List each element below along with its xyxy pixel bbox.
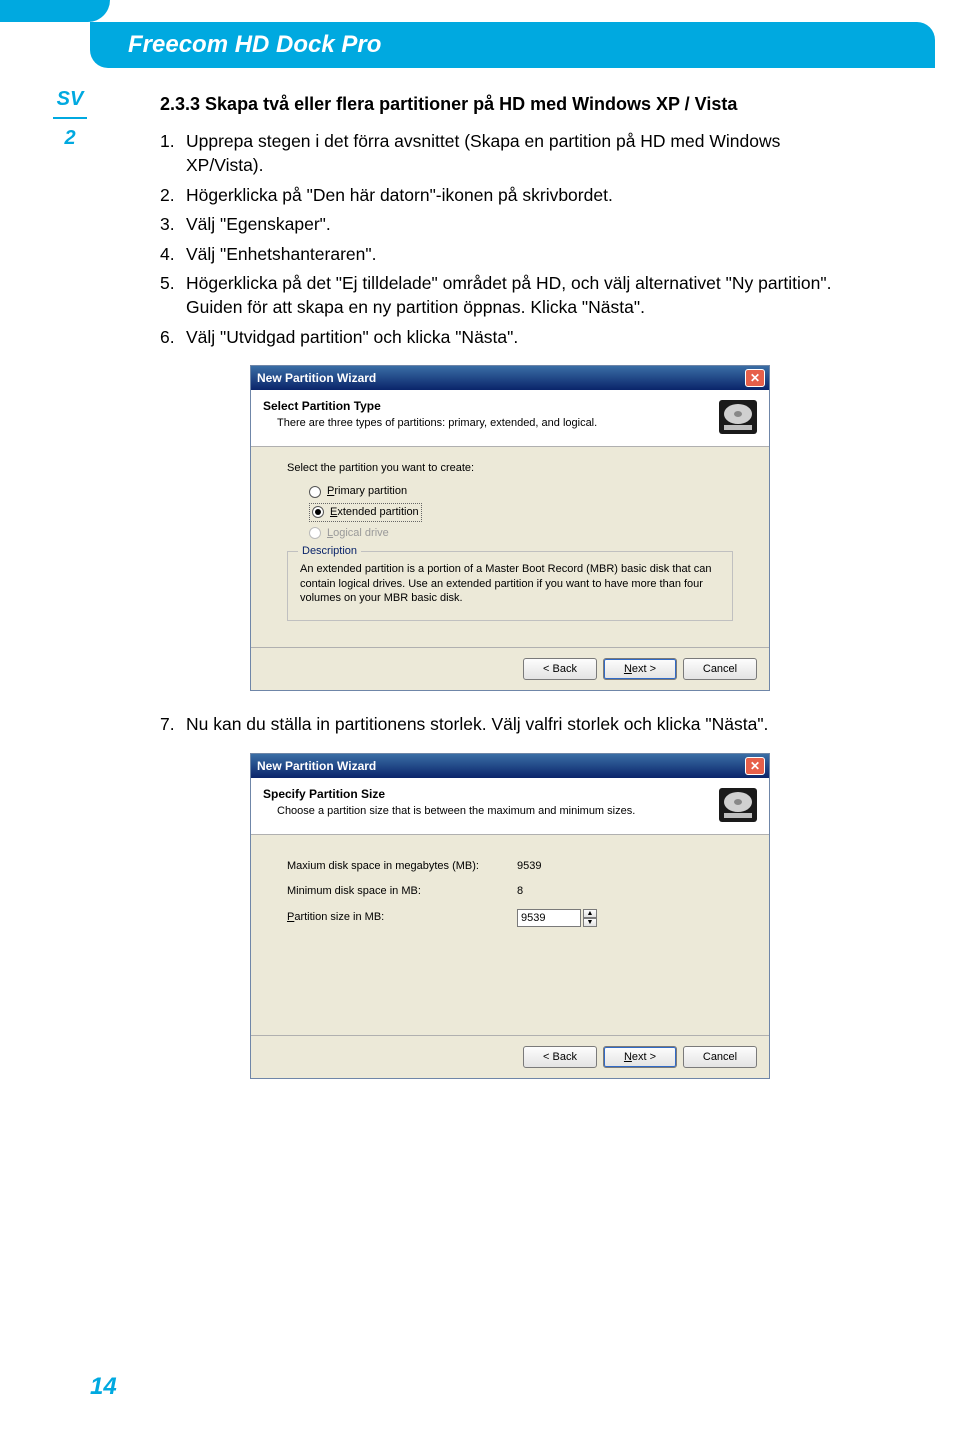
step-text: Välj "Utvidgad partition" och klicka "Nä… [186, 326, 518, 350]
close-icon: ✕ [750, 760, 760, 772]
corner-tab [0, 0, 110, 22]
wizard-title: New Partition Wizard [257, 370, 376, 386]
cancel-button[interactable]: Cancel [683, 1046, 757, 1068]
side-tab: SV 2 [45, 88, 95, 150]
next-button[interactable]: Next > [603, 658, 677, 680]
language-code: SV [45, 88, 95, 111]
header-title: Freecom HD Dock Pro [90, 22, 935, 68]
value-min-space: 8 [517, 884, 523, 899]
step-number: 7. [160, 713, 186, 737]
step-text: Upprepa stegen i det förra avsnittet (Sk… [186, 130, 860, 177]
step-number: 4. [160, 243, 186, 267]
radio-extended-partition[interactable]: Extended partition [309, 503, 422, 522]
wizard-description: Choose a partition size that is between … [263, 804, 635, 819]
step-number: 2. [160, 184, 186, 208]
disk-icon [717, 398, 759, 436]
value-max-space: 9539 [517, 859, 541, 874]
step-number: 5. [160, 272, 186, 319]
radio-logical-drive: Logical drive [309, 526, 733, 541]
label-partition-size: Partition size in MB: [287, 910, 517, 925]
wizard-select-partition-type: New Partition Wizard ✕ Select Partition … [250, 365, 770, 691]
wizard-titlebar[interactable]: New Partition Wizard ✕ [251, 366, 769, 390]
section-heading: 2.3.3 Skapa två eller flera partitioner … [160, 92, 860, 116]
close-icon: ✕ [750, 372, 760, 384]
label-max-space: Maxium disk space in megabytes (MB): [287, 859, 517, 874]
next-button[interactable]: Next > [603, 1046, 677, 1068]
radio-label: Logical drive [327, 526, 389, 541]
radio-label: Extended partition [330, 505, 419, 520]
partition-size-input[interactable] [517, 909, 581, 927]
radio-icon [312, 506, 324, 518]
chapter-number: 2 [45, 127, 95, 150]
close-button[interactable]: ✕ [745, 757, 765, 775]
back-button[interactable]: < Back [523, 1046, 597, 1068]
wizard-subtitle: Specify Partition Size [263, 786, 635, 802]
step-number: 6. [160, 326, 186, 350]
wizard-prompt: Select the partition you want to create: [287, 461, 733, 476]
close-button[interactable]: ✕ [745, 369, 765, 387]
wizard-description: There are three types of partitions: pri… [263, 416, 597, 431]
description-groupbox: Description An extended partition is a p… [287, 551, 733, 622]
radio-icon [309, 486, 321, 498]
disk-icon [717, 786, 759, 824]
groupbox-text: An extended partition is a portion of a … [300, 562, 720, 607]
page-number: 14 [90, 1373, 117, 1401]
spinner-up-button[interactable]: ▲ [583, 909, 597, 918]
step-text: Högerklicka på det "Ej tilldelade" områd… [186, 272, 860, 319]
step-number: 3. [160, 213, 186, 237]
step-text: Välj "Egenskaper". [186, 213, 331, 237]
spinner-down-button[interactable]: ▼ [583, 918, 597, 927]
back-button[interactable]: < Back [523, 658, 597, 680]
wizard-title: New Partition Wizard [257, 758, 376, 774]
wizard-specify-partition-size: New Partition Wizard ✕ Specify Partition… [250, 753, 770, 1079]
step-number: 1. [160, 130, 186, 177]
step-text: Välj "Enhetshanteraren". [186, 243, 376, 267]
step-text: Högerklicka på "Den här datorn"-ikonen p… [186, 184, 613, 208]
radio-primary-partition[interactable]: Primary partition [309, 484, 733, 499]
cancel-button[interactable]: Cancel [683, 658, 757, 680]
radio-label: Primary partition [327, 484, 407, 499]
radio-icon [309, 527, 321, 539]
step-text: Nu kan du ställa in partitionens storlek… [186, 713, 768, 737]
label-min-space: Minimum disk space in MB: [287, 884, 517, 899]
wizard-titlebar[interactable]: New Partition Wizard ✕ [251, 754, 769, 778]
groupbox-legend: Description [298, 544, 361, 559]
wizard-subtitle: Select Partition Type [263, 398, 597, 414]
side-tab-rule [53, 117, 87, 119]
